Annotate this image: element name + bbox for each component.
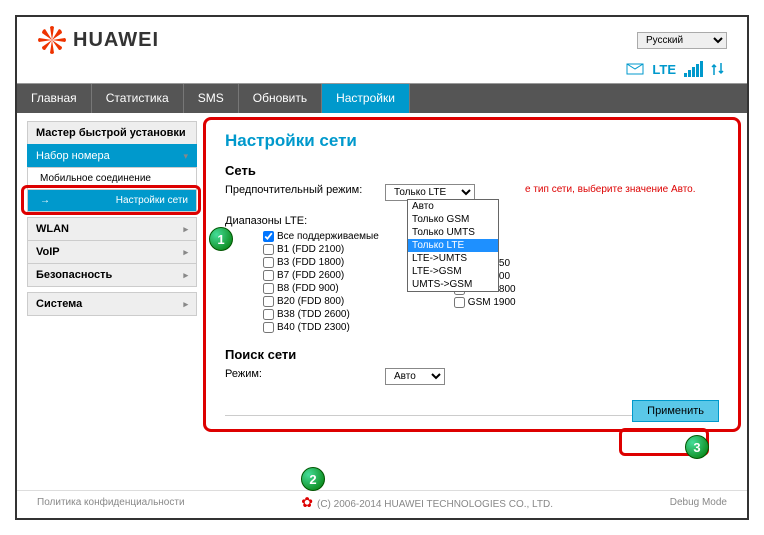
huawei-icon — [37, 25, 67, 55]
sidebar-wlan[interactable]: WLAN▸ — [27, 217, 197, 241]
sidebar-wizard[interactable]: Мастер быстрой установки — [27, 121, 197, 145]
sidebar-system[interactable]: Система▸ — [27, 292, 197, 316]
opt-lte-umts[interactable]: LTE->UMTS — [408, 252, 498, 265]
opt-lte[interactable]: Только LTE — [408, 239, 498, 252]
signal-icon — [684, 61, 703, 77]
lte-indicator: LTE — [652, 62, 676, 77]
pref-mode-dropdown[interactable]: Авто Только GSM Только UMTS Только LTE L… — [407, 199, 499, 292]
sidebar-dial[interactable]: Набор номера▾ — [27, 144, 197, 168]
chevron-right-icon: ▸ — [183, 270, 188, 281]
main-panel: Настройки сети Сеть Предпочтительный реж… — [207, 121, 737, 436]
apply-button[interactable]: Применить — [632, 400, 719, 422]
callout-2: 2 — [301, 467, 325, 491]
sidebar-voip[interactable]: VoIP▸ — [27, 240, 197, 264]
chevron-down-icon: ▾ — [183, 151, 188, 162]
tab-stats[interactable]: Статистика — [92, 84, 184, 113]
tab-home[interactable]: Главная — [17, 84, 92, 113]
mail-icon[interactable] — [626, 63, 644, 75]
copyright: ✿(C) 2006-2014 HUAWEI TECHNOLOGIES CO., … — [301, 494, 553, 511]
opt-lte-gsm[interactable]: LTE->GSM — [408, 265, 498, 278]
chevron-right-icon: ▸ — [183, 299, 188, 310]
flower-icon: ✿ — [301, 494, 313, 510]
updown-icon — [711, 61, 725, 77]
debug-link[interactable]: Debug Mode — [670, 497, 727, 508]
brand-text: HUAWEI — [73, 29, 159, 52]
brand-logo: HUAWEI — [37, 25, 159, 55]
chevron-right-icon: ▸ — [183, 224, 188, 235]
tab-update[interactable]: Обновить — [239, 84, 322, 113]
sidebar: Мастер быстрой установки Набор номера▾ М… — [27, 121, 197, 436]
opt-umts[interactable]: Только UMTS — [408, 226, 498, 239]
tab-sms[interactable]: SMS — [184, 84, 239, 113]
main-nav: Главная Статистика SMS Обновить Настройк… — [17, 83, 747, 113]
tab-settings[interactable]: Настройки — [322, 84, 410, 113]
callout-1: 1 — [209, 227, 233, 251]
opt-auto[interactable]: Авто — [408, 200, 498, 213]
sidebar-security[interactable]: Безопасность▸ — [27, 263, 197, 287]
opt-gsm[interactable]: Только GSM — [408, 213, 498, 226]
language-select[interactable]: Русский — [637, 32, 727, 49]
callout-3: 3 — [685, 435, 709, 459]
privacy-link[interactable]: Политика конфиденциальности — [37, 497, 185, 508]
chevron-right-icon: ▸ — [183, 247, 188, 258]
opt-umts-gsm[interactable]: UMTS->GSM — [408, 278, 498, 291]
